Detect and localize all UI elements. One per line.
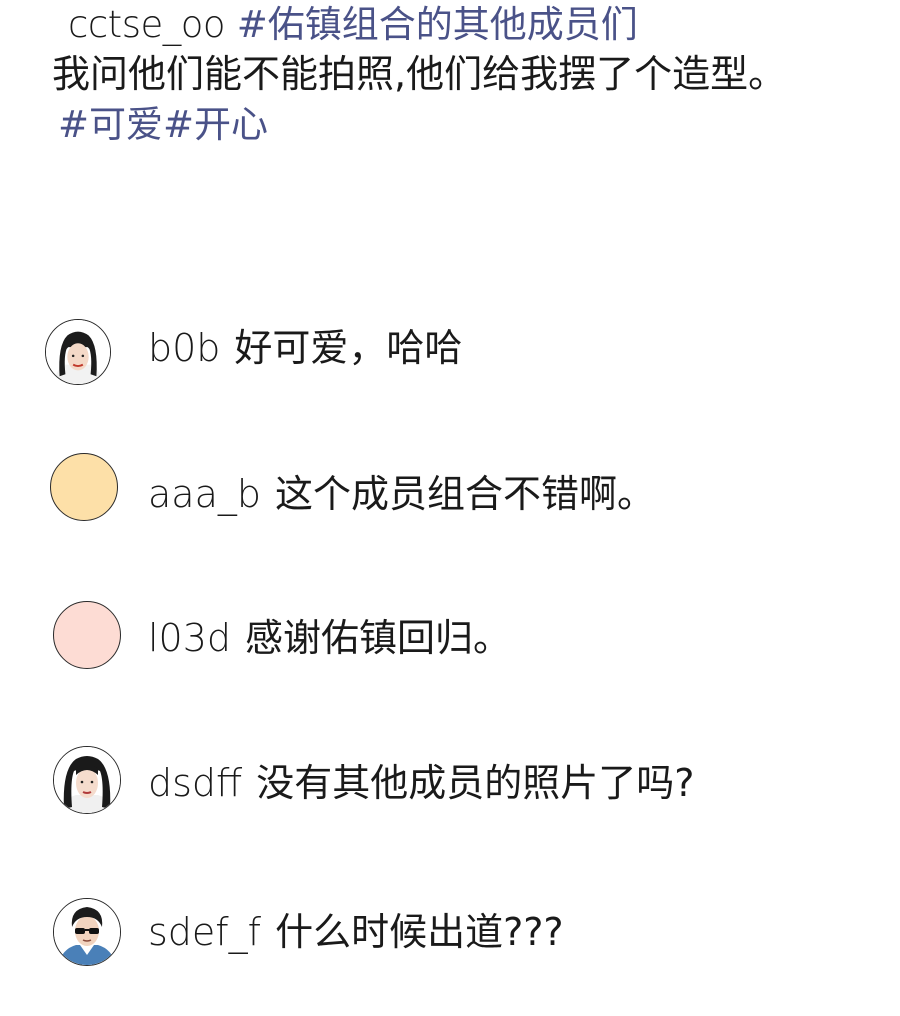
comment-item: dsdff 没有其他成员的照片了吗? — [0, 744, 900, 824]
comment-text: aaa_b 这个成员组合不错啊。 — [148, 470, 655, 518]
pink-circle-avatar[interactable] — [53, 601, 121, 669]
comment-item: aaa_b 这个成员组合不错啊。 — [0, 448, 900, 528]
comment-body: 感谢佑镇回归。 — [245, 616, 512, 660]
woman-longhair-avatar[interactable] — [53, 746, 121, 814]
post-username[interactable]: cctse_oo — [68, 3, 226, 46]
comment-text: sdef_f 什么时候出道??? — [148, 908, 564, 956]
comment-body: 好可爱，哈哈 — [234, 326, 463, 370]
comment-item: sdef_f 什么时候出道??? — [0, 894, 900, 974]
comment-text: l03d 感谢佑镇回归。 — [148, 614, 511, 662]
comment-username[interactable]: dsdff — [148, 761, 242, 805]
woman-bangs-avatar[interactable] — [45, 319, 111, 385]
comment-body: 这个成员组合不错啊。 — [274, 472, 655, 516]
comment-item: b0b 好可爱，哈哈 — [0, 310, 900, 390]
comment-text: b0b 好可爱，哈哈 — [148, 324, 462, 372]
post-header: cctse_oo #佑镇组合的其他成员们 — [68, 2, 638, 48]
comment-username[interactable]: sdef_f — [148, 910, 261, 954]
comment-username[interactable]: aaa_b — [148, 472, 261, 516]
post-hashtags[interactable]: #可爱#开心 — [58, 102, 268, 148]
yellow-circle-avatar[interactable] — [50, 453, 118, 521]
man-sunglasses-avatar[interactable] — [53, 898, 121, 966]
comment-item: l03d 感谢佑镇回归。 — [0, 598, 900, 678]
post-title-hashtag[interactable]: #佑镇组合的其他成员们 — [237, 3, 638, 46]
comment-body: 什么时候出道??? — [275, 910, 564, 954]
comment-username[interactable]: b0b — [148, 326, 220, 370]
comment-body: 没有其他成员的照片了吗? — [256, 761, 695, 805]
comment-text: dsdff 没有其他成员的照片了吗? — [148, 759, 694, 807]
post-body: 我问他们能不能拍照,他们给我摆了个造型。 — [52, 52, 787, 96]
comment-username[interactable]: l03d — [148, 616, 231, 660]
